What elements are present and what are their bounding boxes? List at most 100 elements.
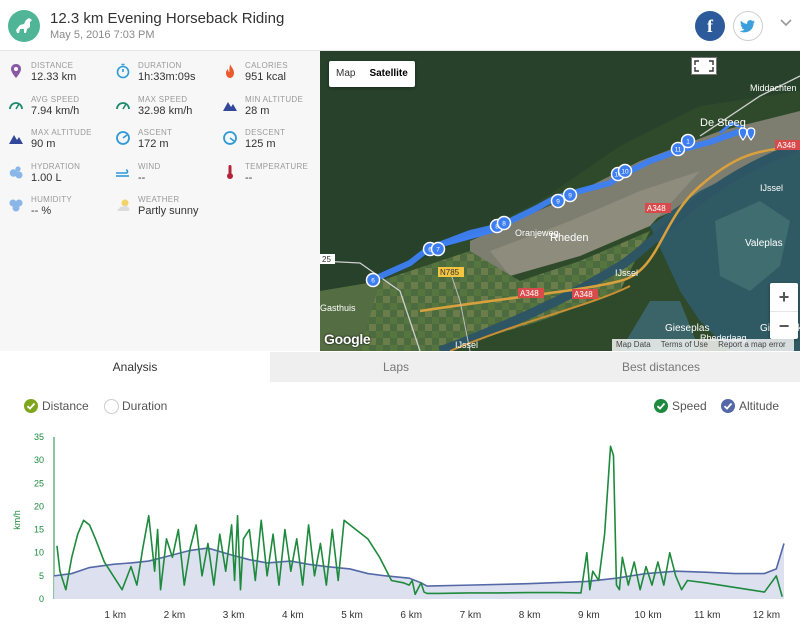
map-type-map-button[interactable]: Map [329, 61, 362, 87]
route-map[interactable]: De Steeg Rheden Oranjeweg Valeplas Gieseplas… [320, 51, 800, 351]
route-marker[interactable]: 10 [617, 163, 633, 179]
map-canvas[interactable]: De SteegRhedenOranjewegValeplasGieseplas… [320, 51, 800, 351]
x-tick-label: 11 km [694, 610, 721, 621]
map-place-label: Valeplas [745, 238, 783, 249]
route-marker[interactable]: 6 [365, 272, 381, 288]
stat-label: MAX SPEED [138, 94, 188, 104]
map-data-link[interactable]: Map Data [616, 340, 651, 349]
water-drops-icon [9, 165, 23, 178]
stat-distance: DISTANCE 12.33 km [8, 61, 113, 93]
y-tick-label: 20 [34, 501, 44, 511]
stat-value: 7.94 km/h [31, 104, 80, 117]
map-type-satellite-button[interactable]: Satellite [362, 61, 414, 87]
stat-value: 12.33 km [31, 71, 77, 83]
tab-laps[interactable]: Laps [270, 352, 522, 382]
facebook-share-button[interactable]: f [695, 11, 725, 41]
twitter-icon [739, 20, 755, 33]
y-tick-label: 5 [39, 571, 44, 581]
terms-of-use-link[interactable]: Terms of Use [661, 340, 708, 349]
stat-label: HYDRATION [31, 161, 81, 171]
route-marker-label: 11 [675, 147, 682, 154]
road-shield: A348 [645, 203, 671, 213]
analysis-panel: Distance Duration Speed Altitude 0 5 10 15 2… [0, 382, 800, 633]
map-place-label: IJssel [455, 340, 478, 350]
speedometer-icon [9, 101, 23, 109]
stat-wind: WIND -- [115, 162, 220, 194]
stat-label: DURATION [138, 61, 182, 70]
route-marker[interactable]: 8 [496, 215, 512, 231]
ascent-icon [116, 131, 130, 145]
y-axis-label: km/h [12, 510, 22, 530]
route-marker-label: 7 [436, 247, 440, 254]
route-marker[interactable]: 9 [562, 187, 578, 203]
x-tick-label: 12 km [753, 610, 780, 621]
route-marker-label: 8 [502, 221, 506, 228]
map-place-label: Gasthuis [320, 303, 356, 313]
mountain-icon [223, 101, 237, 111]
stat-value: 125 m [245, 138, 276, 150]
x-tick-label: 8 km [519, 610, 541, 621]
horseback-riding-icon [8, 10, 40, 42]
y-tick-label: 30 [34, 455, 44, 465]
stat-duration: DURATION 1h:33m:09s [115, 61, 220, 93]
x-tick-label: 9 km [578, 610, 600, 621]
y-tick-label: 25 [34, 478, 44, 488]
stat-value: -- [245, 171, 253, 184]
speed-altitude-chart[interactable]: 0 5 10 15 20 25 30 35 km/h 1 km 2 km 3 km 4 km 5 km 6 … [0, 382, 800, 633]
x-tick-label: 1 km [104, 610, 126, 621]
road-label: A348 [777, 141, 796, 150]
stat-label: WEATHER [138, 195, 180, 204]
tab-best-distances[interactable]: Best distances [522, 352, 800, 382]
route-marker[interactable]: 7 [430, 241, 446, 257]
zoom-out-button[interactable]: − [770, 312, 798, 340]
fullscreen-button[interactable] [691, 57, 717, 75]
stat-hydration: HYDRATION 1.00 L [8, 162, 113, 194]
route-marker[interactable]: 1 [680, 133, 696, 149]
facebook-icon: f [707, 16, 713, 36]
road-shield: N785 [438, 267, 464, 277]
report-map-error-link[interactable]: Report a map error [718, 340, 786, 349]
x-tick-label: 10 km [634, 610, 661, 621]
stat-label: TEMPERATURE [245, 161, 309, 171]
stat-min-altitude: MIN ALTITUDE 28 m [222, 95, 327, 127]
zoom-control: + − [770, 283, 798, 339]
y-tick-label: 10 [34, 548, 44, 558]
stat-value: 32.98 km/h [138, 104, 193, 117]
stat-label: HUMIDITY [31, 195, 73, 204]
wind-icon [116, 168, 129, 177]
road-label: N785 [440, 268, 460, 277]
activity-header: 12.3 km Evening Horseback Riding May 5, … [0, 0, 800, 51]
road-label: A348 [647, 204, 666, 213]
stat-label: CALORIES [245, 61, 288, 70]
twitter-share-button[interactable] [733, 11, 763, 41]
x-tick-label: 2 km [164, 610, 186, 621]
road-label: A348 [520, 289, 539, 298]
stat-humidity: HUMIDITY -- % [8, 195, 113, 227]
stat-value: 28 m [245, 104, 270, 117]
stat-value: 90 m [31, 138, 56, 150]
x-tick-label: 7 km [460, 610, 482, 621]
zoom-in-button[interactable]: + [770, 283, 798, 311]
map-attribution: Map Data Terms of Use Report a map error [612, 339, 794, 351]
map-type-toggle: Map Satellite [329, 61, 415, 87]
route-marker-label: 9 [568, 193, 572, 200]
stat-value: 172 m [138, 138, 169, 150]
stat-label: ASCENT [138, 128, 173, 137]
thermometer-icon [227, 164, 233, 179]
stat-max-altitude: MAX ALTITUDE 90 m [8, 128, 113, 160]
map-place-label: De Steeg [700, 117, 746, 129]
route-marker[interactable]: 9 [550, 193, 566, 209]
stat-label: AVG SPEED [31, 94, 80, 104]
partly-sunny-icon [117, 199, 130, 211]
stat-value: 1.00 L [31, 171, 62, 184]
road-shield: A348 [518, 288, 544, 298]
flame-icon [226, 64, 234, 78]
humidity-icon [9, 199, 23, 212]
activity-title: 12.3 km Evening Horseback Riding [50, 10, 285, 27]
chevron-down-icon[interactable] [779, 18, 793, 28]
stat-temperature: TEMPERATURE -- [222, 162, 327, 194]
tab-analysis[interactable]: Analysis [0, 352, 270, 382]
y-tick-label: 15 [34, 525, 44, 535]
x-tick-label: 4 km [282, 610, 304, 621]
road-shield: A348 [775, 140, 800, 150]
